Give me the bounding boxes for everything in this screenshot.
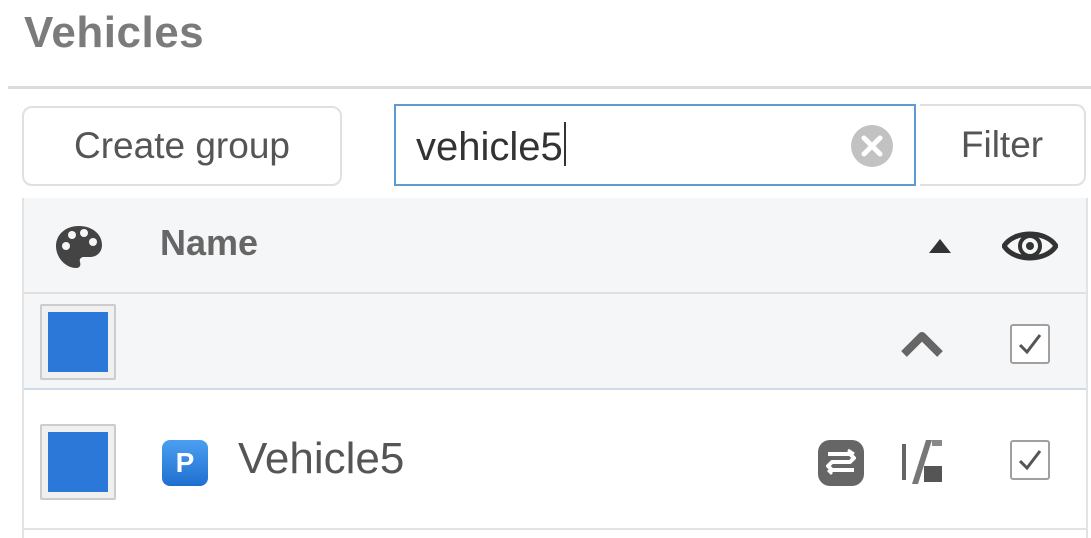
table-header: Name [24,198,1086,294]
vehicle-visibility-checkbox[interactable] [1010,440,1050,480]
palette-icon [56,226,102,268]
search-input-value: vehicle5 [416,125,563,169]
create-group-button[interactable]: Create group [22,106,342,186]
column-header-name[interactable]: Name [160,222,258,264]
group-color-swatch[interactable] [40,304,116,380]
checkmark-icon [1018,450,1042,471]
search-input[interactable]: vehicle5 [394,104,916,186]
panel-title: Vehicles [24,8,205,57]
group-color-fill [48,312,108,372]
vehicle-color-swatch[interactable] [40,424,116,500]
clear-search-icon[interactable] [850,124,894,168]
chevron-up-icon[interactable] [900,330,944,358]
sort-ascending-icon[interactable] [928,238,952,254]
group-row[interactable] [24,294,1086,390]
group-visibility-checkbox[interactable] [1010,324,1050,364]
vehicle-name[interactable]: Vehicle5 [238,434,404,484]
path-icon[interactable] [896,436,948,488]
title-divider [8,86,1091,89]
vehicles-table: Name P Vehicle5 [22,198,1088,538]
vehicle-color-fill [48,432,108,492]
text-caret [563,122,566,166]
eye-icon[interactable] [1002,226,1058,266]
route-icon[interactable] [816,438,866,488]
filter-button[interactable]: Filter [920,104,1086,186]
table-row[interactable]: P Vehicle5 [24,390,1086,530]
parking-badge-icon: P [162,440,208,486]
checkmark-icon [1018,334,1042,355]
